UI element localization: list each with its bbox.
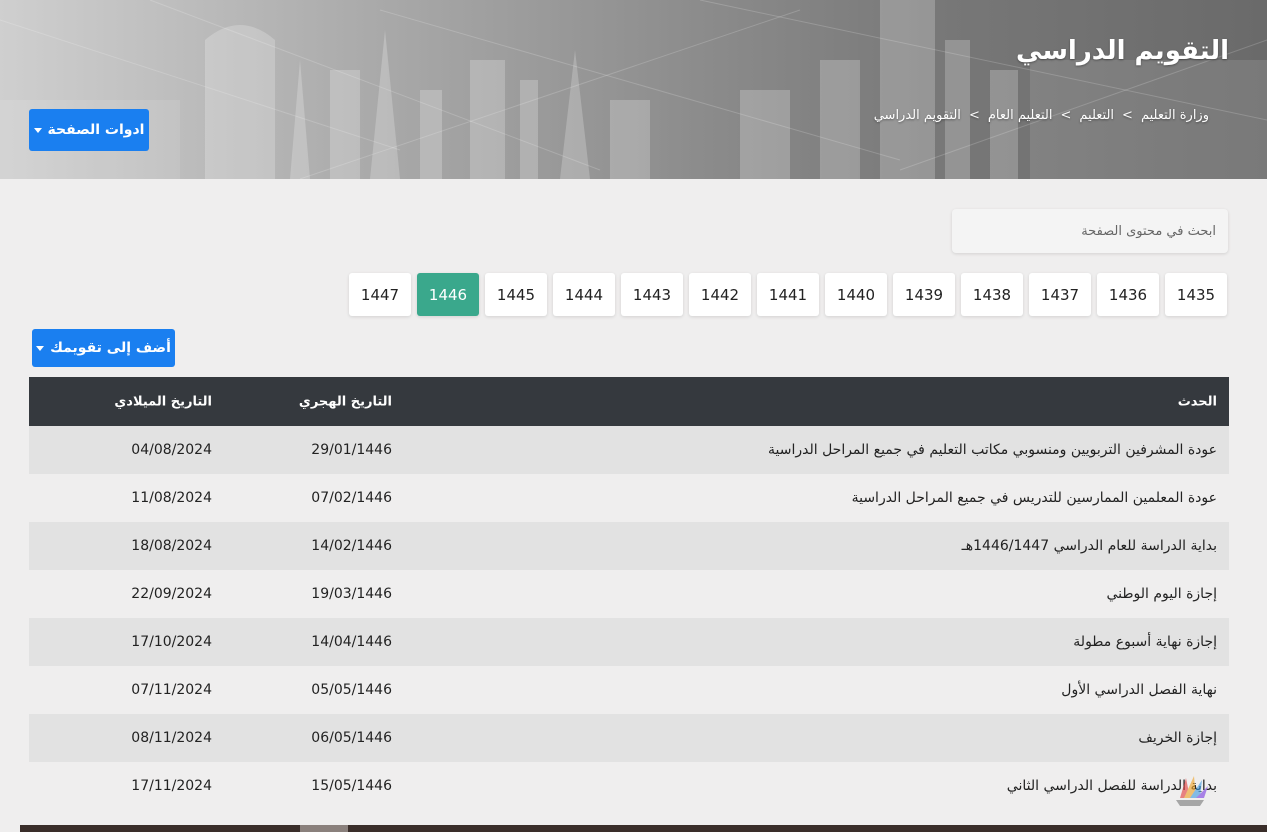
footer-strip — [20, 825, 1267, 832]
year-tab-1440[interactable]: 1440 — [825, 273, 887, 316]
table-row: عودة المشرفين التربويين ومنسوبي مكاتب ال… — [29, 426, 1229, 474]
page-title: التقويم الدراسي — [1016, 36, 1229, 66]
hijri-date-cell: 14/04/1446 — [311, 634, 392, 650]
watermark-logo — [1176, 776, 1208, 806]
event-cell: بداية الدراسة للعام الدراسي 1446/1447هـ — [961, 538, 1217, 554]
breadcrumb-item-general-education[interactable]: التعليم العام — [988, 108, 1053, 123]
hijri-date-cell: 07/02/1446 — [311, 490, 392, 506]
year-tab-1446-active[interactable]: 1446 — [417, 273, 479, 316]
skyline-background-image — [0, 0, 1267, 179]
year-tab-1438[interactable]: 1438 — [961, 273, 1023, 316]
header-hijri-date: التاريخ الهجري — [298, 394, 392, 409]
year-tab-1442[interactable]: 1442 — [689, 273, 751, 316]
footer-strip-segment — [300, 825, 348, 832]
year-tab-1437[interactable]: 1437 — [1029, 273, 1091, 316]
year-tab-1443[interactable]: 1443 — [621, 273, 683, 316]
event-cell: إجازة اليوم الوطني — [1106, 586, 1217, 602]
year-tab-1435[interactable]: 1435 — [1165, 273, 1227, 316]
breadcrumb-separator: > — [1060, 108, 1072, 123]
table-row: إجازة نهاية أسبوع مطولة 14/04/1446 17/10/2… — [29, 618, 1229, 666]
caret-down-icon — [33, 127, 42, 133]
table-header: الحدث التاريخ الهجري التاريخ الميلادي — [29, 377, 1229, 426]
event-cell: عودة المعلمين الممارسين للتدريس في جميع … — [851, 490, 1217, 506]
gregorian-date-cell: 07/11/2024 — [131, 682, 212, 698]
table-row: إجازة الخريف 06/05/1446 08/11/2024 — [29, 714, 1229, 762]
table-row: عودة المعلمين الممارسين للتدريس في جميع … — [29, 474, 1229, 522]
gregorian-date-cell: 08/11/2024 — [131, 730, 212, 746]
gregorian-date-cell: 17/11/2024 — [131, 778, 212, 794]
table-row: بداية الدراسة للعام الدراسي 1446/1447هـ 1… — [29, 522, 1229, 570]
breadcrumb-item-ministry[interactable]: وزارة التعليم — [1141, 108, 1209, 123]
table-row: بداية الدراسة للفصل الدراسي الثاني 15/05/… — [29, 762, 1229, 810]
add-to-calendar-button[interactable]: أضف إلى تقويمك — [32, 329, 175, 367]
page-tools-label: ادوات الصفحة — [47, 122, 145, 138]
gregorian-date-cell: 22/09/2024 — [131, 586, 212, 602]
hijri-date-cell: 19/03/1446 — [311, 586, 392, 602]
header-gregorian-date: التاريخ الميلادي — [114, 394, 212, 409]
hijri-date-cell: 29/01/1446 — [311, 442, 392, 458]
year-tab-1439[interactable]: 1439 — [893, 273, 955, 316]
breadcrumb-item-current: التقويم الدراسي — [873, 108, 961, 123]
year-tab-1436[interactable]: 1436 — [1097, 273, 1159, 316]
year-tabs: 1435 1436 1437 1438 1439 1440 1441 1442 … — [349, 273, 1227, 316]
caret-down-icon — [36, 345, 45, 351]
event-cell: نهاية الفصل الدراسي الأول — [1061, 682, 1217, 698]
year-tab-1447[interactable]: 1447 — [349, 273, 411, 316]
hijri-date-cell: 15/05/1446 — [311, 778, 392, 794]
table-row: نهاية الفصل الدراسي الأول 05/05/1446 07/11… — [29, 666, 1229, 714]
search-input[interactable] — [952, 209, 1228, 253]
page-tools-button[interactable]: ادوات الصفحة — [29, 109, 149, 151]
page-banner: التقويم الدراسي وزارة التعليم > التعليم … — [0, 0, 1267, 179]
breadcrumb: وزارة التعليم > التعليم > التعليم العام … — [874, 108, 1209, 123]
year-tab-1444[interactable]: 1444 — [553, 273, 615, 316]
table-row: إجازة اليوم الوطني 19/03/1446 22/09/2024 — [29, 570, 1229, 618]
gregorian-date-cell: 11/08/2024 — [131, 490, 212, 506]
hijri-date-cell: 06/05/1446 — [311, 730, 392, 746]
year-tab-1445[interactable]: 1445 — [485, 273, 547, 316]
breadcrumb-item-education[interactable]: التعليم — [1079, 108, 1114, 123]
breadcrumb-separator: > — [968, 108, 980, 123]
calendar-table: الحدث التاريخ الهجري التاريخ الميلادي عو… — [29, 377, 1229, 810]
event-cell: عودة المشرفين التربويين ومنسوبي مكاتب ال… — [768, 442, 1217, 458]
hijri-date-cell: 14/02/1446 — [311, 538, 392, 554]
year-tab-1441[interactable]: 1441 — [757, 273, 819, 316]
event-cell: إجازة نهاية أسبوع مطولة — [1073, 634, 1217, 650]
gregorian-date-cell: 17/10/2024 — [131, 634, 212, 650]
header-event: الحدث — [1177, 394, 1217, 409]
gregorian-date-cell: 04/08/2024 — [131, 442, 212, 458]
breadcrumb-separator: > — [1122, 108, 1133, 123]
event-cell: إجازة الخريف — [1138, 730, 1217, 746]
gregorian-date-cell: 18/08/2024 — [131, 538, 212, 554]
hijri-date-cell: 05/05/1446 — [311, 682, 392, 698]
add-to-calendar-label: أضف إلى تقويمك — [50, 340, 171, 356]
